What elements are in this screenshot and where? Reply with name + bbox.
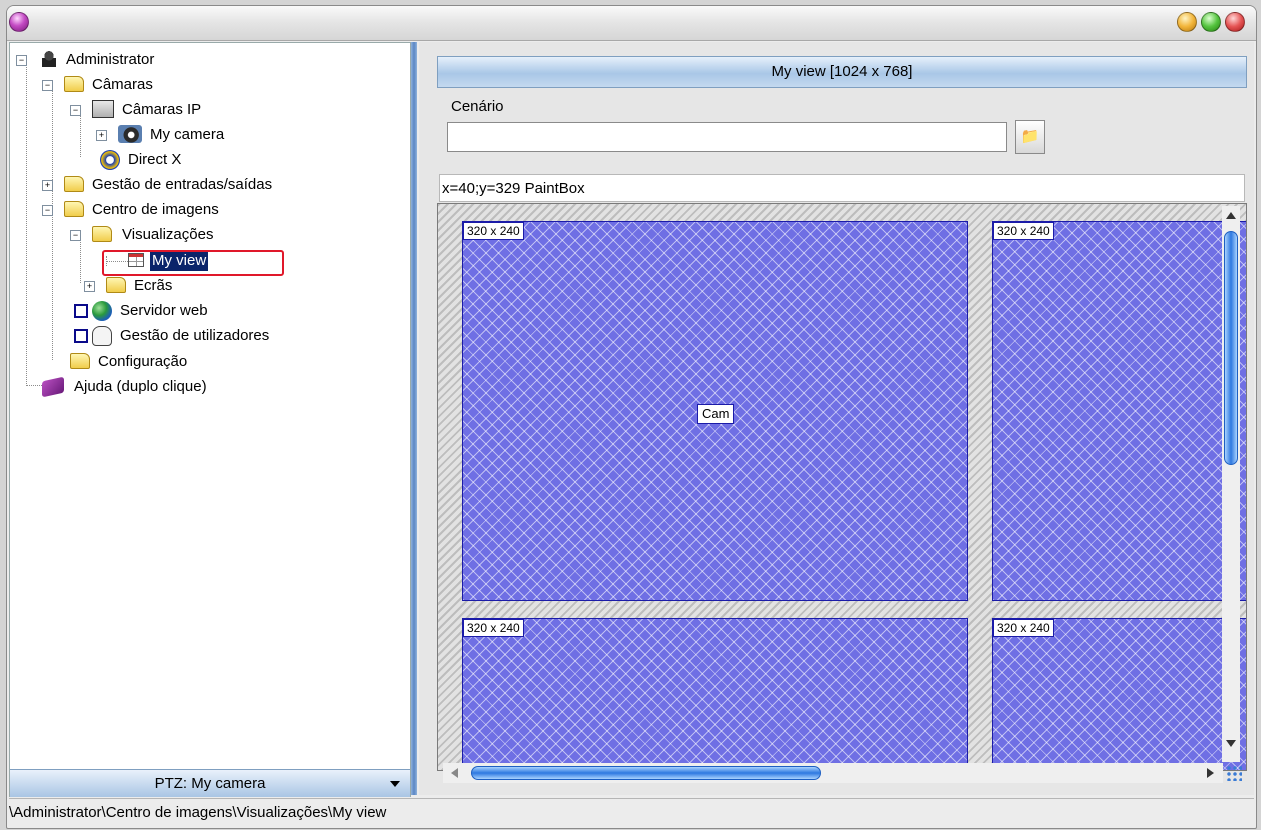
tree-item-label: Servidor web <box>120 302 208 319</box>
vertical-scrollbar[interactable] <box>1222 206 1240 762</box>
tree-item-label: Gestão de entradas/saídas <box>92 176 273 193</box>
camera-icon <box>118 125 142 143</box>
view-editor-panel: My view [1024 x 768] Cenário 📁 x=40;y=32… <box>419 42 1254 795</box>
directx-icon <box>100 150 120 170</box>
tree-item-label: My camera <box>150 126 225 143</box>
panel-splitter[interactable] <box>411 42 417 795</box>
tree-item-label: Centro de imagens <box>92 201 219 218</box>
tree-item-label: Visualizações <box>122 226 214 243</box>
checkbox-icon[interactable] <box>74 329 88 343</box>
collapse-icon[interactable]: − <box>16 55 27 66</box>
user-icon <box>42 51 56 67</box>
cell-size-tag: 320 x 240 <box>993 222 1054 240</box>
folder-icon <box>106 277 126 293</box>
status-path: \Administrator\Centro de imagens\Visuali… <box>9 804 387 821</box>
camera-cell[interactable]: 320 x 240 <box>462 618 968 770</box>
app-menu-icon[interactable] <box>9 12 29 32</box>
browse-folder-button[interactable]: 📁 <box>1015 120 1045 154</box>
tree-item-label: Gestão de utilizadores <box>120 327 270 344</box>
folder-open-icon <box>92 226 112 242</box>
tree-item-label: Ecrãs <box>134 277 173 294</box>
collapse-icon[interactable]: − <box>70 105 81 116</box>
title-bar <box>7 6 1256 41</box>
horizontal-scroll-thumb[interactable] <box>471 766 821 780</box>
expand-icon[interactable]: + <box>96 130 107 141</box>
resize-grip-icon[interactable] <box>1226 765 1242 781</box>
folder-open-icon <box>64 201 84 217</box>
scroll-left-arrow-icon[interactable] <box>451 768 458 778</box>
help-book-icon <box>42 376 64 398</box>
collapse-icon[interactable]: − <box>70 230 81 241</box>
camera-cell[interactable]: 320 x 240 <box>992 618 1246 770</box>
settings-folder-icon <box>70 353 90 369</box>
paintbox-canvas[interactable]: 320 x 240 Cam 320 x 240 320 x 240 320 x … <box>437 203 1247 771</box>
vertical-scroll-thumb[interactable] <box>1224 231 1238 465</box>
coordinates-readout: x=40;y=329 PaintBox <box>439 174 1245 202</box>
scroll-down-arrow-icon[interactable] <box>1226 740 1236 747</box>
collapse-icon[interactable]: − <box>42 205 53 216</box>
view-title: My view [1024 x 768] <box>437 56 1247 88</box>
selection-highlight-box <box>102 250 284 276</box>
globe-icon <box>92 301 112 321</box>
tree-line <box>26 60 27 386</box>
network-camera-icon <box>92 100 114 118</box>
cell-size-tag: 320 x 240 <box>463 619 524 637</box>
maximize-button[interactable] <box>1201 12 1221 32</box>
tree-item-label: Ajuda (duplo clique) <box>74 378 207 395</box>
cell-size-tag: 320 x 240 <box>993 619 1054 637</box>
status-bar: \Administrator\Centro de imagens\Visuali… <box>9 798 1254 826</box>
collapse-icon[interactable]: − <box>42 80 53 91</box>
minimize-button[interactable] <box>1177 12 1197 32</box>
main-window: − Administrator − Câmaras − Câmaras IP +… <box>6 5 1257 829</box>
tree-item-label: Administrator <box>66 51 155 68</box>
folder-icon <box>64 176 84 192</box>
dropdown-arrow-icon[interactable] <box>390 781 400 787</box>
folder-open-icon <box>64 76 84 92</box>
scroll-up-arrow-icon[interactable] <box>1226 212 1236 219</box>
ptz-label: PTZ: My camera <box>154 775 266 792</box>
horizontal-scrollbar[interactable] <box>443 763 1223 783</box>
folder-icon: 📁 <box>1020 128 1040 145</box>
cam-label[interactable]: Cam <box>697 404 735 424</box>
expand-icon[interactable]: + <box>42 180 53 191</box>
tree-view: − Administrator − Câmaras − Câmaras IP +… <box>10 43 410 763</box>
expand-icon[interactable]: + <box>84 281 95 292</box>
ptz-selector[interactable]: PTZ: My camera <box>10 769 410 797</box>
tree-item-label: Configuração <box>98 353 188 370</box>
scroll-right-arrow-icon[interactable] <box>1207 768 1214 778</box>
tree-panel: − Administrator − Câmaras − Câmaras IP +… <box>9 42 411 797</box>
scenario-label: Cenário <box>451 98 504 115</box>
camera-cell[interactable]: 320 x 240 <box>992 221 1246 601</box>
tree-item-label: Câmaras <box>92 76 153 93</box>
users-icon <box>92 326 112 346</box>
tree-item-label: Direct X <box>128 151 182 168</box>
tree-item-label: Câmaras IP <box>122 101 202 118</box>
cell-size-tag: 320 x 240 <box>463 222 524 240</box>
close-button[interactable] <box>1225 12 1245 32</box>
camera-cell[interactable]: 320 x 240 Cam <box>462 221 968 601</box>
scenario-input[interactable] <box>447 122 1007 152</box>
checkbox-icon[interactable] <box>74 304 88 318</box>
tree-line <box>52 80 53 360</box>
tree-line <box>26 385 42 386</box>
